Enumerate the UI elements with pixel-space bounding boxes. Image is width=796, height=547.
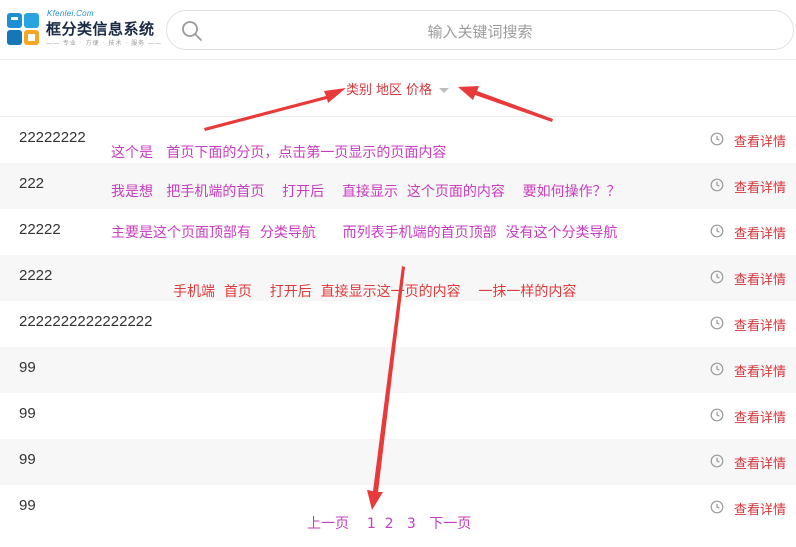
pager-next[interactable]: 下一页 — [429, 516, 471, 532]
view-detail-link[interactable]: 查看详情 — [734, 453, 786, 472]
header: Kfenlei.Com 框分类信息系统 —— 专业 · 方便 · 技术 · 服务… — [0, 0, 796, 60]
view-detail-link[interactable]: 查看详情 — [734, 131, 786, 150]
view-detail-link[interactable]: 查看详情 — [734, 315, 786, 334]
chevron-down-icon[interactable] — [439, 88, 450, 93]
view-detail-link[interactable]: 查看详情 — [734, 361, 786, 380]
clock-icon — [710, 316, 724, 330]
filter-items: 类别 地区 价格 — [346, 79, 450, 98]
list-item-title[interactable]: 2222222222222222 — [19, 313, 152, 330]
view-detail-link[interactable]: 查看详情 — [734, 499, 786, 518]
pager-page-3[interactable]: 3 — [407, 516, 416, 532]
search-placeholder: 输入关键词搜索 — [427, 23, 533, 41]
annotation-note-4: 手机端 首页 打开后 直接显示这一页的内容 一抹一样的内容 — [173, 284, 577, 300]
pager-page-2[interactable]: 2 — [385, 516, 394, 532]
view-detail-link[interactable]: 查看详情 — [734, 407, 786, 426]
pager-page-1[interactable]: 1 — [367, 516, 376, 532]
logo-title[interactable]: 框分类信息系统 — [46, 18, 155, 39]
list-item-title[interactable]: 99 — [19, 497, 36, 514]
list-item-title[interactable]: 222 — [19, 175, 44, 192]
clock-icon — [710, 132, 724, 146]
filter-region[interactable]: 地区 — [376, 83, 402, 98]
clock-icon — [710, 178, 724, 192]
list-item-title[interactable]: 22222 — [19, 221, 61, 238]
view-detail-link[interactable]: 查看详情 — [734, 269, 786, 288]
filter-price[interactable]: 价格 — [406, 83, 432, 98]
annotation-note-3: 主要是这个页面顶部有 分类导航 而列表手机端的首页顶部 没有这个分类导航 — [111, 225, 618, 241]
clock-icon — [710, 362, 724, 376]
list-item-title[interactable]: 99 — [19, 359, 36, 376]
pagination: 上一页 1 2 3 下一页 — [307, 513, 471, 533]
clock-icon — [710, 454, 724, 468]
list-item[interactable]: 99 查看详情 — [0, 347, 796, 393]
logo-domain: Kfenlei.Com — [47, 9, 94, 18]
pager-prev[interactable]: 上一页 — [307, 516, 349, 532]
view-detail-link[interactable]: 查看详情 — [734, 177, 786, 196]
list-item-title[interactable]: 99 — [19, 451, 36, 468]
clock-icon — [710, 270, 724, 284]
list-item-title[interactable]: 22222222 — [19, 129, 86, 146]
listing-list: 22222222 查看详情 222 查看详情 22222 查看详情 2222 查… — [0, 117, 796, 531]
annotation-note-2: 我是想 把手机端的首页 打开后 直接显示 这个页面的内容 要如何操作？？ — [111, 184, 621, 200]
list-item[interactable]: 99 查看详情 — [0, 393, 796, 439]
category-filter-bar: 类别 地区 价格 — [0, 60, 796, 117]
list-item[interactable]: 2222222222222222 查看详情 — [0, 301, 796, 347]
list-item-title[interactable]: 99 — [19, 405, 36, 422]
list-item[interactable]: 99 查看详情 — [0, 439, 796, 485]
list-item-title[interactable]: 2222 — [19, 267, 52, 284]
view-detail-link[interactable]: 查看详情 — [734, 223, 786, 242]
search-input[interactable]: 输入关键词搜索 — [166, 10, 794, 50]
logo-icon — [7, 13, 39, 45]
filter-category[interactable]: 类别 — [346, 83, 372, 98]
logo-slogan: —— 专业 · 方便 · 技术 · 服务 —— — [46, 40, 162, 47]
clock-icon — [710, 224, 724, 238]
clock-icon — [710, 500, 724, 514]
annotation-note-1: 这个是 首页下面的分页，点击第一页显示的页面内容 — [111, 145, 447, 161]
clock-icon — [710, 408, 724, 422]
